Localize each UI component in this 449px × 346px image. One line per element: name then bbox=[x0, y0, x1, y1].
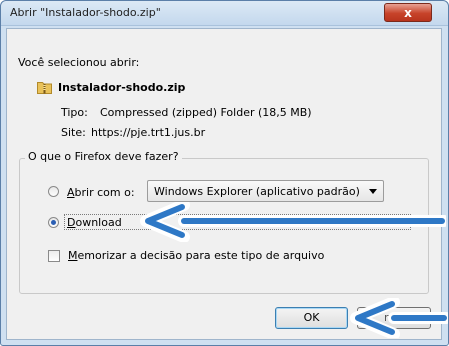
radio-selected-dot bbox=[51, 220, 56, 225]
open-with-radio[interactable] bbox=[48, 186, 59, 197]
download-radio[interactable] bbox=[48, 217, 59, 228]
title-bar[interactable]: Abrir "Instalador-shodo.zip" x bbox=[1, 1, 448, 26]
window-title: Abrir "Instalador-shodo.zip" bbox=[10, 6, 161, 19]
ok-button[interactable]: OK bbox=[275, 307, 348, 329]
intro-text: Você selecionou abrir: bbox=[18, 56, 140, 69]
remember-access-key: M bbox=[68, 249, 78, 262]
chevron-down-icon bbox=[369, 189, 377, 194]
download-label[interactable]: Download bbox=[67, 216, 122, 229]
type-value: Compressed (zipped) Folder (18,5 MB) bbox=[100, 106, 312, 119]
open-with-label[interactable]: Abrir com o: bbox=[67, 186, 135, 199]
open-with-select-value: Windows Explorer (aplicativo padrão) bbox=[154, 185, 360, 198]
remember-checkbox[interactable] bbox=[48, 250, 60, 262]
site-label: Site: bbox=[61, 126, 86, 139]
annotation-arrow-download bbox=[140, 202, 446, 242]
remember-label-rest: emorizar a decisão para este tipo de arq… bbox=[77, 249, 325, 262]
ok-button-label: OK bbox=[303, 311, 320, 324]
download-label-rest: ownload bbox=[75, 216, 122, 229]
zip-folder-icon bbox=[37, 82, 52, 94]
open-with-select[interactable]: Windows Explorer (aplicativo padrão) bbox=[147, 180, 384, 202]
action-group-label: O que o Firefox deve fazer? bbox=[25, 150, 182, 163]
open-with-access-key: A bbox=[67, 186, 75, 199]
site-value: https://pje.trt1.jus.br bbox=[91, 126, 206, 139]
type-label: Tipo: bbox=[61, 106, 88, 119]
close-button[interactable]: x bbox=[384, 3, 432, 22]
annotation-arrow-ok bbox=[350, 298, 448, 338]
remember-label[interactable]: Memorizar a decisão para este tipo de ar… bbox=[68, 249, 324, 262]
close-icon: x bbox=[404, 6, 412, 20]
open-with-label-rest: brir com o: bbox=[74, 186, 135, 199]
file-name: Instalador-shodo.zip bbox=[58, 81, 186, 94]
